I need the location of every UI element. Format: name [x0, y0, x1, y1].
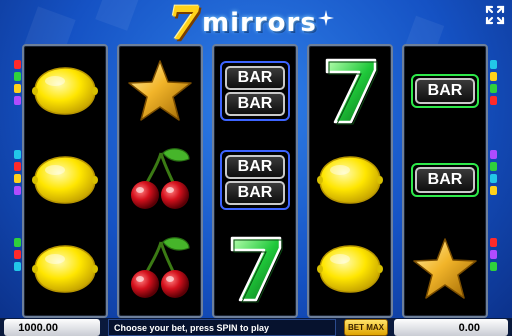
logo-seven: 7	[168, 0, 201, 50]
reel: BAR BAR BAR BAR	[212, 44, 298, 318]
reel-cell-lemon	[24, 47, 106, 135]
status-message: Choose your bet, press SPIN to play	[108, 319, 336, 336]
bet-max-button[interactable]: BET MAX	[344, 319, 388, 336]
fullscreen-icon	[485, 5, 505, 25]
reel	[307, 44, 393, 318]
double-bar-symbol: BAR BAR	[220, 61, 290, 121]
line-marker	[14, 162, 21, 171]
reel-cell-star	[119, 47, 201, 135]
line-marker	[490, 162, 497, 171]
line-marker	[14, 250, 21, 259]
line-marker	[490, 96, 497, 105]
bar-symbol: BAR	[415, 78, 475, 104]
bar-symbol-frame: BAR	[411, 163, 479, 197]
lemon-icon	[32, 156, 98, 204]
bar-symbol: BAR	[225, 181, 285, 205]
line-marker	[490, 262, 497, 271]
bar-symbol: BAR	[415, 167, 475, 193]
line-marker	[490, 72, 497, 81]
reel-cell-lemon	[24, 225, 106, 313]
lemon-icon	[32, 245, 98, 293]
reel-cell-bar: BAR	[404, 47, 486, 135]
bar-symbol: BAR	[225, 66, 285, 90]
fullscreen-button[interactable]	[484, 4, 506, 26]
line-marker	[14, 150, 21, 159]
line-marker	[490, 186, 497, 195]
bar-symbol: BAR	[225, 155, 285, 179]
reel: BAR BAR	[402, 44, 488, 318]
line-marker	[14, 84, 21, 93]
reels-area: BAR BAR BAR BAR BAR BAR	[22, 44, 490, 318]
lemon-icon	[317, 156, 383, 204]
line-marker	[14, 96, 21, 105]
reel-cell-cherries	[119, 225, 201, 313]
reel-cell-cherries	[119, 136, 201, 224]
line-marker	[14, 174, 21, 183]
sparkle-icon	[318, 10, 334, 26]
double-bar-symbol: BAR BAR	[220, 150, 290, 210]
line-marker	[14, 262, 21, 271]
line-marker	[14, 72, 21, 81]
reel-cell-lemon	[309, 225, 391, 313]
seven-icon	[230, 236, 283, 303]
seven-icon	[325, 58, 378, 125]
bar-symbol-frame: BAR	[411, 74, 479, 108]
balance-value: 1000.00	[18, 321, 58, 334]
balance-display: 1000.00	[4, 319, 100, 336]
reel	[22, 44, 108, 318]
cherries-icon	[131, 237, 190, 298]
logo-word: mirrors	[202, 8, 317, 38]
line-marker	[490, 60, 497, 69]
bar-symbol: BAR	[225, 92, 285, 116]
reel-cell-seven	[309, 47, 391, 135]
lemon-icon	[317, 245, 383, 293]
reel-cell-seven	[214, 225, 296, 313]
reel-cell-lemon	[309, 136, 391, 224]
lemon-icon	[32, 67, 98, 115]
line-marker	[14, 60, 21, 69]
line-marker	[490, 84, 497, 93]
star-icon	[128, 60, 192, 121]
reel-cell-bar: BAR	[404, 136, 486, 224]
win-display: 0.00	[394, 319, 508, 336]
control-bar: 1000.00 Choose your bet, press SPIN to p…	[0, 318, 512, 336]
background-decoration	[95, 0, 139, 31]
line-marker	[490, 250, 497, 259]
star-icon	[413, 238, 477, 299]
reel	[117, 44, 203, 318]
win-value: 0.00	[458, 321, 480, 334]
line-marker	[14, 238, 21, 247]
reel-cell-lemon	[24, 136, 106, 224]
line-marker	[490, 174, 497, 183]
game-logo: 7 mirrors	[168, 0, 344, 50]
line-marker	[490, 238, 497, 247]
line-marker	[490, 150, 497, 159]
reel-cell-star	[404, 225, 486, 313]
line-marker	[14, 186, 21, 195]
cherries-icon	[131, 148, 190, 209]
reel-cell-bar-bar: BAR BAR	[214, 136, 296, 224]
reel-cell-bar-bar: BAR BAR	[214, 47, 296, 135]
